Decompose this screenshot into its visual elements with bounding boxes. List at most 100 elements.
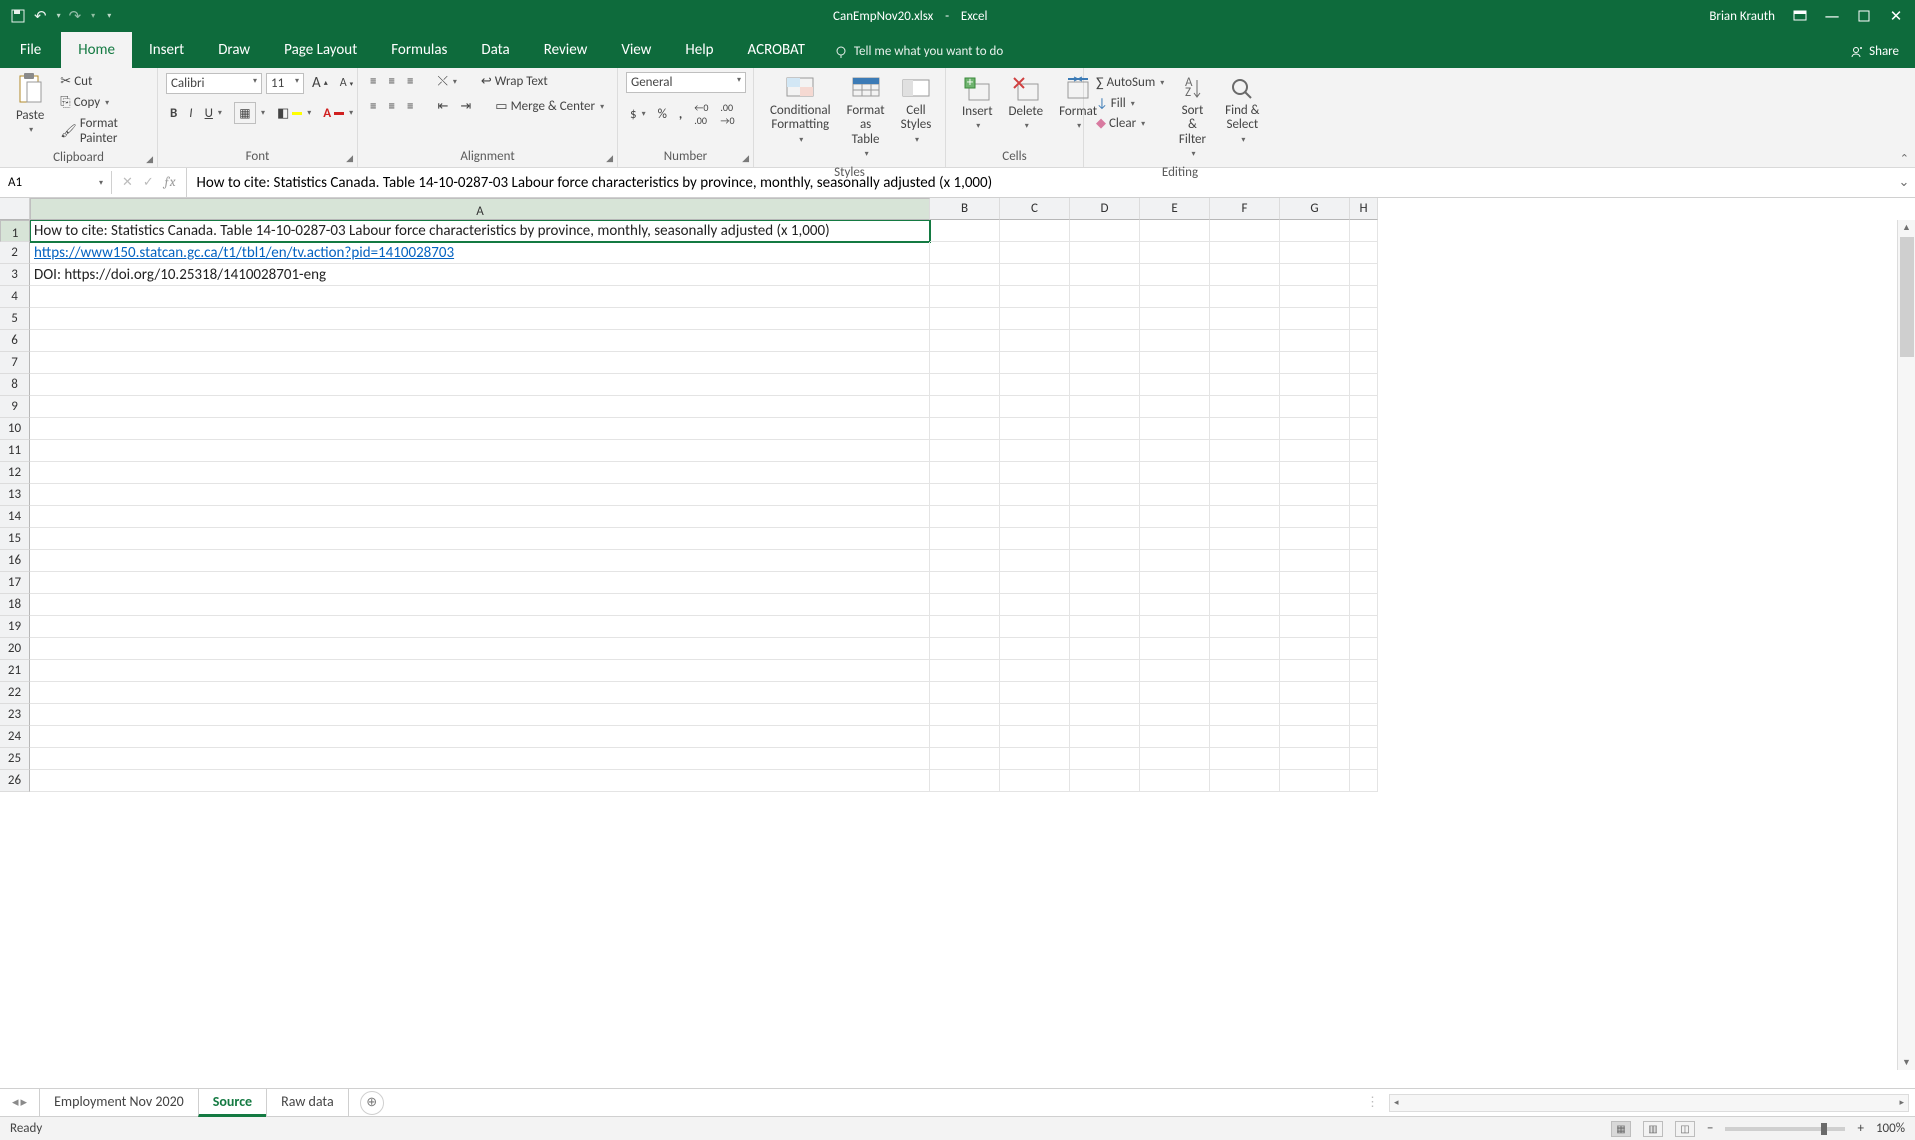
cell-A1[interactable]: How to cite: Statistics Canada. Table 14… bbox=[30, 220, 930, 242]
cell-F7[interactable] bbox=[1210, 352, 1280, 374]
sheet-tab-source[interactable]: Source bbox=[198, 1089, 267, 1117]
cell-C11[interactable] bbox=[1000, 440, 1070, 462]
cell-A26[interactable] bbox=[30, 770, 930, 792]
column-header[interactable]: A bbox=[30, 198, 930, 220]
cell-F16[interactable] bbox=[1210, 550, 1280, 572]
tab-view[interactable]: View bbox=[604, 32, 668, 68]
tab-acrobat[interactable]: ACROBAT bbox=[731, 32, 822, 68]
cell-E13[interactable] bbox=[1140, 484, 1210, 506]
cell-G3[interactable] bbox=[1280, 264, 1350, 286]
align-bottom-button[interactable]: ≡ bbox=[403, 72, 417, 91]
cell-D5[interactable] bbox=[1070, 308, 1140, 330]
cell-E15[interactable] bbox=[1140, 528, 1210, 550]
insert-cells-button[interactable]: + Insert▾ bbox=[954, 72, 1001, 135]
cell-H12[interactable] bbox=[1350, 462, 1378, 484]
cell-C9[interactable] bbox=[1000, 396, 1070, 418]
cell-E9[interactable] bbox=[1140, 396, 1210, 418]
cell-B18[interactable] bbox=[930, 594, 1000, 616]
cell-H16[interactable] bbox=[1350, 550, 1378, 572]
zoom-level[interactable]: 100% bbox=[1876, 1121, 1905, 1136]
cell-G11[interactable] bbox=[1280, 440, 1350, 462]
tab-formulas[interactable]: Formulas bbox=[374, 32, 464, 68]
grow-font-button[interactable]: A▴ bbox=[308, 72, 332, 94]
shrink-font-button[interactable]: A▾ bbox=[336, 74, 357, 92]
name-box[interactable]: A1▾ bbox=[0, 171, 112, 194]
cell-H10[interactable] bbox=[1350, 418, 1378, 440]
row-header[interactable]: 26 bbox=[0, 770, 30, 792]
cell-H5[interactable] bbox=[1350, 308, 1378, 330]
cell-C14[interactable] bbox=[1000, 506, 1070, 528]
cell-D19[interactable] bbox=[1070, 616, 1140, 638]
cell-D3[interactable] bbox=[1070, 264, 1140, 286]
cell-B5[interactable] bbox=[930, 308, 1000, 330]
cell-A9[interactable] bbox=[30, 396, 930, 418]
cell-C8[interactable] bbox=[1000, 374, 1070, 396]
cell-E20[interactable] bbox=[1140, 638, 1210, 660]
paste-button[interactable]: Paste ▾ bbox=[8, 72, 52, 139]
decrease-indent-button[interactable]: ⇤ bbox=[433, 97, 452, 116]
sort-filter-button[interactable]: AZ Sort & Filter▾ bbox=[1168, 72, 1216, 163]
cell-D1[interactable] bbox=[1070, 220, 1140, 242]
cell-H15[interactable] bbox=[1350, 528, 1378, 550]
cell-A20[interactable] bbox=[30, 638, 930, 660]
row-header[interactable]: 1 bbox=[0, 220, 30, 242]
find-select-button[interactable]: Find & Select▾ bbox=[1217, 72, 1268, 149]
cell-H3[interactable] bbox=[1350, 264, 1378, 286]
cell-C25[interactable] bbox=[1000, 748, 1070, 770]
cell-B19[interactable] bbox=[930, 616, 1000, 638]
cell-B9[interactable] bbox=[930, 396, 1000, 418]
cell-F26[interactable] bbox=[1210, 770, 1280, 792]
row-header[interactable]: 8 bbox=[0, 374, 30, 396]
cell-E16[interactable] bbox=[1140, 550, 1210, 572]
cell-F20[interactable] bbox=[1210, 638, 1280, 660]
tab-data[interactable]: Data bbox=[464, 32, 526, 68]
row-header[interactable]: 13 bbox=[0, 484, 30, 506]
cell-D10[interactable] bbox=[1070, 418, 1140, 440]
cell-C26[interactable] bbox=[1000, 770, 1070, 792]
accounting-button[interactable]: $▾ bbox=[626, 105, 650, 124]
cell-D26[interactable] bbox=[1070, 770, 1140, 792]
cell-A11[interactable] bbox=[30, 440, 930, 462]
cell-C2[interactable] bbox=[1000, 242, 1070, 264]
cell-A2[interactable]: https://www150.statcan.gc.ca/t1/tbl1/en/… bbox=[30, 242, 930, 264]
fill-color-button[interactable]: ◧▾ bbox=[273, 104, 315, 123]
row-header[interactable]: 2 bbox=[0, 242, 30, 264]
cell-B22[interactable] bbox=[930, 682, 1000, 704]
cell-C18[interactable] bbox=[1000, 594, 1070, 616]
cell-F17[interactable] bbox=[1210, 572, 1280, 594]
cell-C12[interactable] bbox=[1000, 462, 1070, 484]
cell-H20[interactable] bbox=[1350, 638, 1378, 660]
cell-C16[interactable] bbox=[1000, 550, 1070, 572]
cell-D24[interactable] bbox=[1070, 726, 1140, 748]
cell-A7[interactable] bbox=[30, 352, 930, 374]
cancel-formula-icon[interactable]: ✕ bbox=[122, 175, 133, 190]
cell-F21[interactable] bbox=[1210, 660, 1280, 682]
cell-F8[interactable] bbox=[1210, 374, 1280, 396]
cell-E10[interactable] bbox=[1140, 418, 1210, 440]
borders-button[interactable]: ▦▾ bbox=[230, 100, 269, 126]
column-header[interactable]: H bbox=[1350, 198, 1378, 220]
cell-A21[interactable] bbox=[30, 660, 930, 682]
cell-B14[interactable] bbox=[930, 506, 1000, 528]
sheet-nav-prev-icon[interactable]: ◂ bbox=[12, 1095, 19, 1110]
row-header[interactable]: 7 bbox=[0, 352, 30, 374]
row-header[interactable]: 9 bbox=[0, 396, 30, 418]
row-header[interactable]: 21 bbox=[0, 660, 30, 682]
cell-B4[interactable] bbox=[930, 286, 1000, 308]
cell-styles-button[interactable]: Cell Styles▾ bbox=[893, 72, 940, 149]
tab-review[interactable]: Review bbox=[527, 32, 605, 68]
cell-F15[interactable] bbox=[1210, 528, 1280, 550]
font-name-select[interactable]: Calibri▾ bbox=[166, 73, 262, 94]
cell-A18[interactable] bbox=[30, 594, 930, 616]
row-header[interactable]: 25 bbox=[0, 748, 30, 770]
row-header[interactable]: 18 bbox=[0, 594, 30, 616]
cell-A5[interactable] bbox=[30, 308, 930, 330]
cell-H26[interactable] bbox=[1350, 770, 1378, 792]
row-header[interactable]: 22 bbox=[0, 682, 30, 704]
cell-E17[interactable] bbox=[1140, 572, 1210, 594]
cell-B15[interactable] bbox=[930, 528, 1000, 550]
cell-A12[interactable] bbox=[30, 462, 930, 484]
cell-B26[interactable] bbox=[930, 770, 1000, 792]
cell-D11[interactable] bbox=[1070, 440, 1140, 462]
cell-B21[interactable] bbox=[930, 660, 1000, 682]
